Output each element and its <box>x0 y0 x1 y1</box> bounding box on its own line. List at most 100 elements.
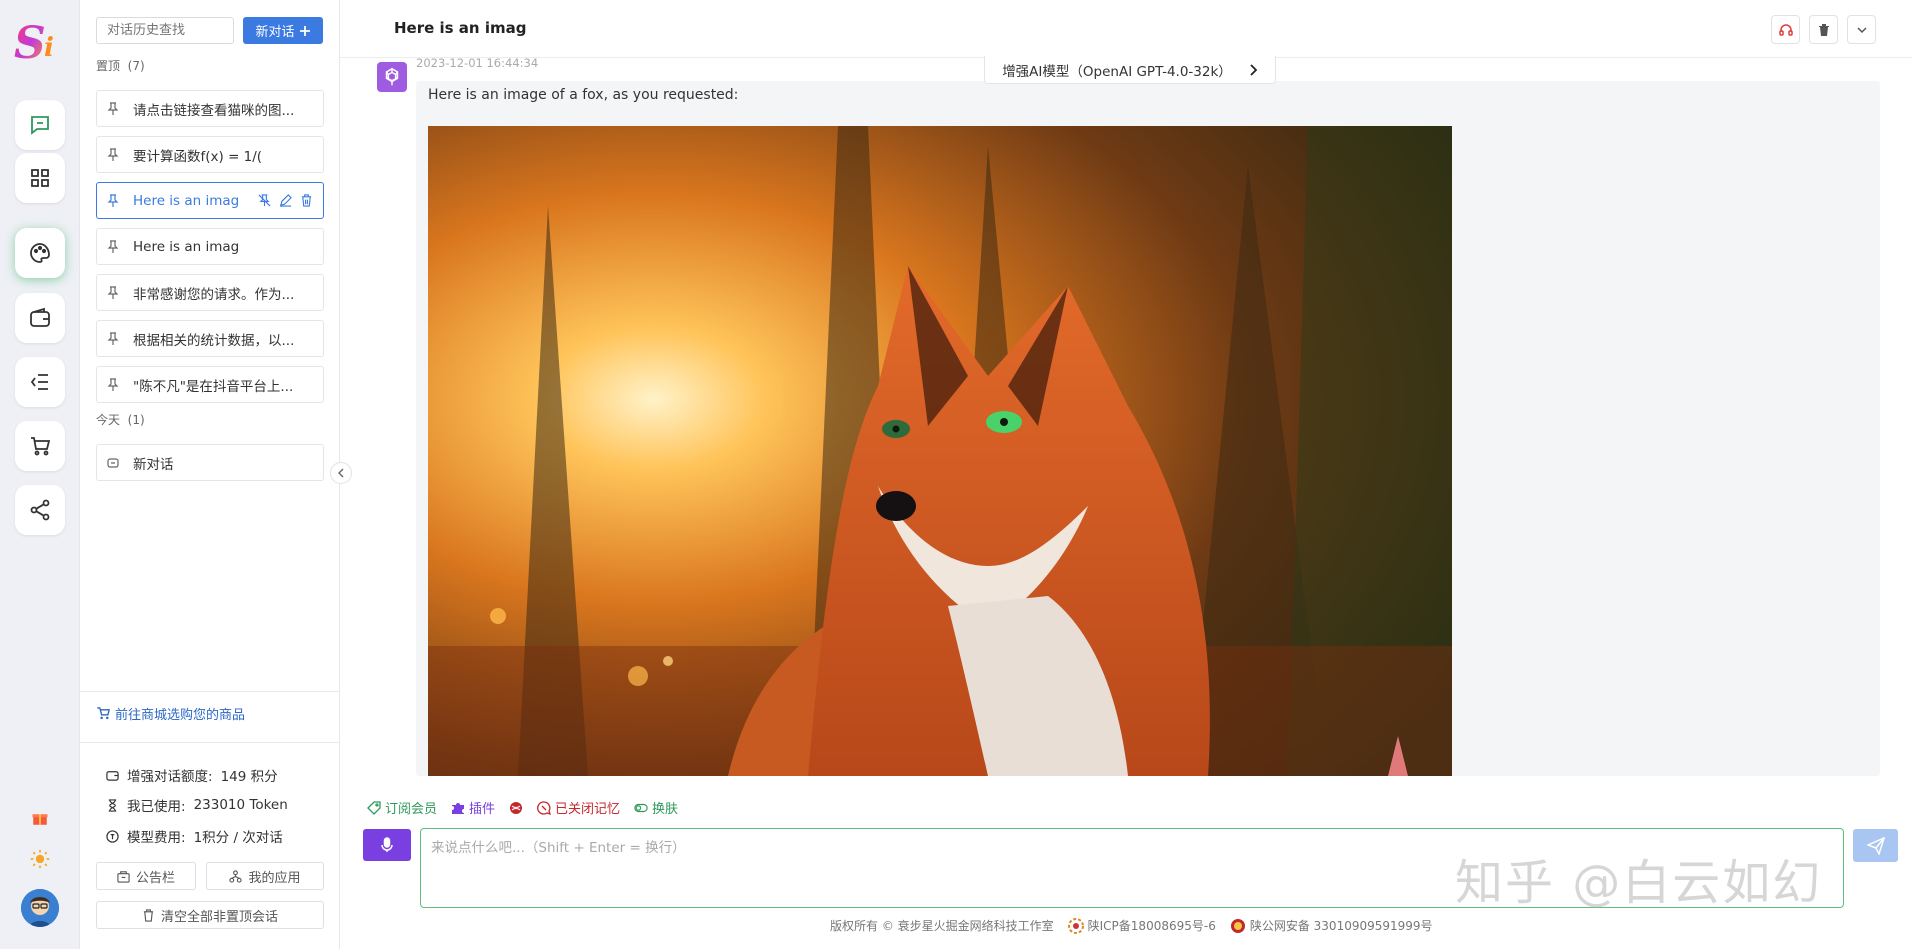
menu-list-icon <box>30 374 48 390</box>
apps-tree-icon <box>229 869 243 883</box>
copyright-text: 版权所有 © 衰步星火掘金网络科技工作室 <box>830 919 1054 933</box>
history-item[interactable]: "陈不凡"是在抖音平台上... <box>96 366 324 403</box>
toggle-icon <box>634 803 648 812</box>
skin-label: 换肤 <box>652 802 679 817</box>
fox-image[interactable] <box>428 126 1452 776</box>
history-item-label: 非常感谢您的请求。作为... <box>133 286 295 303</box>
pin-icon <box>107 285 119 299</box>
openai-icon <box>385 67 399 86</box>
history-sidebar: 新对话 置顶 (7) 请点击链接查看猫咪的图... 要计算函数f(x) = 1/… <box>80 0 340 949</box>
subscribe-button[interactable]: 订阅会员 <box>367 798 437 817</box>
gift-button[interactable] <box>28 806 52 830</box>
notice-button[interactable]: 公告栏 <box>96 862 196 890</box>
my-apps-button[interactable]: 我的应用 <box>206 862 324 890</box>
rail-apps-button[interactable] <box>15 153 65 203</box>
app-logo[interactable]: S i <box>12 16 68 69</box>
today-group-label: 今天 (1) <box>96 411 145 428</box>
hourglass-icon <box>108 798 117 812</box>
plugins-label: 插件 <box>469 802 496 817</box>
chat-title: Here is an imag <box>394 19 527 37</box>
history-item-actions <box>258 194 313 207</box>
bot-avatar <box>377 62 407 92</box>
history-item-label: Here is an imag <box>133 192 240 209</box>
message-timestamp: 2023-12-01 16:44:34 <box>416 56 539 70</box>
edit-icon[interactable] <box>279 194 292 207</box>
send-icon <box>1866 836 1885 855</box>
svg-text:S: S <box>14 18 46 68</box>
pinned-label: 置顶 <box>96 59 121 73</box>
notice-label: 公告栏 <box>135 870 175 886</box>
new-chat-button[interactable]: 新对话 <box>243 17 323 44</box>
history-item-label: Here is an imag <box>133 238 240 255</box>
pin-icon <box>107 101 119 115</box>
history-item[interactable]: Here is an imag <box>96 228 324 265</box>
input-toolbar: 订阅会员 插件 已关闭记忆 换肤 <box>367 798 678 817</box>
rail-wallet-button[interactable] <box>15 293 65 343</box>
icon-rail: S i <box>0 0 80 949</box>
pin-icon <box>107 147 119 161</box>
apps-grid-icon <box>31 169 49 187</box>
clear-chats-button[interactable]: 清空全部非置顶会话 <box>96 901 324 929</box>
rail-paint-button[interactable] <box>15 228 65 278</box>
rail-share-button[interactable] <box>15 485 65 535</box>
headset-icon <box>1778 23 1793 36</box>
rail-menu-button[interactable] <box>15 357 65 407</box>
history-item[interactable]: 请点击链接查看猫咪的图... <box>96 90 324 127</box>
police-emblem-icon <box>1230 918 1245 933</box>
used-value: 233010 Token <box>193 797 288 813</box>
shop-link-label: 前往商城选购您的商品 <box>115 708 246 723</box>
history-search-input[interactable] <box>96 17 234 44</box>
delete-icon[interactable] <box>300 194 313 207</box>
rail-chat-button[interactable] <box>15 100 65 150</box>
history-item-active[interactable]: Here is an imag <box>96 182 324 219</box>
more-options-button[interactable] <box>1847 15 1876 44</box>
theme-toggle[interactable] <box>28 847 52 871</box>
message-text: Here is an image of a fox, as you reques… <box>428 87 739 103</box>
model-switch-button[interactable] <box>509 801 523 815</box>
plugins-button[interactable]: 插件 <box>451 798 495 817</box>
police-badge[interactable]: 陕公网安备 33010909591999号 <box>1230 917 1433 934</box>
assistant-message: Here is an image of a fox, as you reques… <box>416 81 1880 776</box>
chat-bubble-icon <box>107 457 119 468</box>
history-item[interactable]: 新对话 <box>96 444 324 481</box>
wallet-small-icon <box>106 770 119 781</box>
gift-icon <box>32 814 48 825</box>
history-item[interactable]: 要计算函数f(x) = 1/( <box>96 136 324 173</box>
today-count: (1) <box>127 413 145 427</box>
pin-icon <box>107 193 119 207</box>
send-button[interactable] <box>1853 829 1898 862</box>
app-root: S i 对话历史查找 新对话 置顶 (7) 请点击链接查看猫咪的图... 要计算… <box>0 0 1912 949</box>
chat-header: Here is an imag <box>340 0 1912 58</box>
delete-chat-button[interactable] <box>1809 15 1838 44</box>
icp-text: 陕ICP备18008695号-6 <box>1087 919 1216 933</box>
history-item[interactable]: 根据相关的统计数据，以... <box>96 320 324 357</box>
user-avatar[interactable] <box>21 889 59 927</box>
voice-input-button[interactable] <box>363 829 411 861</box>
memory-label: 已关闭记忆 <box>555 802 621 817</box>
sun-icon <box>30 849 50 869</box>
share-icon <box>30 499 50 521</box>
icp-badge[interactable]: 陕ICP备18008695号-6 <box>1067 917 1216 934</box>
cart-icon <box>97 707 111 720</box>
memory-toggle[interactable]: 已关闭记忆 <box>537 798 620 817</box>
shop-link[interactable]: 前往商城选购您的商品 <box>96 704 245 723</box>
skin-button[interactable]: 换肤 <box>634 798 678 817</box>
today-label: 今天 <box>96 413 121 427</box>
new-chat-label: 新对话 <box>255 25 295 40</box>
history-item-label: 根据相关的统计数据，以... <box>133 332 295 349</box>
message-input-placeholder: 来说点什么吧...（Shift + Enter = 换行） <box>431 840 686 856</box>
chat-main: Here is an imag 增强AI模型（OpenAI GPT-4.0-32… <box>340 0 1912 949</box>
rail-shop-button[interactable] <box>15 421 65 471</box>
headset-button[interactable] <box>1771 15 1800 44</box>
tag-icon <box>367 800 381 815</box>
pin-icon <box>107 239 119 253</box>
model-selector[interactable]: 增强AI模型（OpenAI GPT-4.0-32k） <box>984 56 1276 84</box>
history-item-label: 新对话 <box>133 456 174 473</box>
quota-value: 149 积分 <box>220 769 278 785</box>
unpin-icon[interactable] <box>258 194 271 207</box>
pin-icon <box>107 331 119 345</box>
history-item[interactable]: 非常感谢您的请求。作为... <box>96 274 324 311</box>
fee-stat: 模型费用: 1积分 / 次对话 <box>106 826 283 846</box>
pin-icon <box>107 377 119 391</box>
used-label: 我已使用: <box>127 799 186 815</box>
